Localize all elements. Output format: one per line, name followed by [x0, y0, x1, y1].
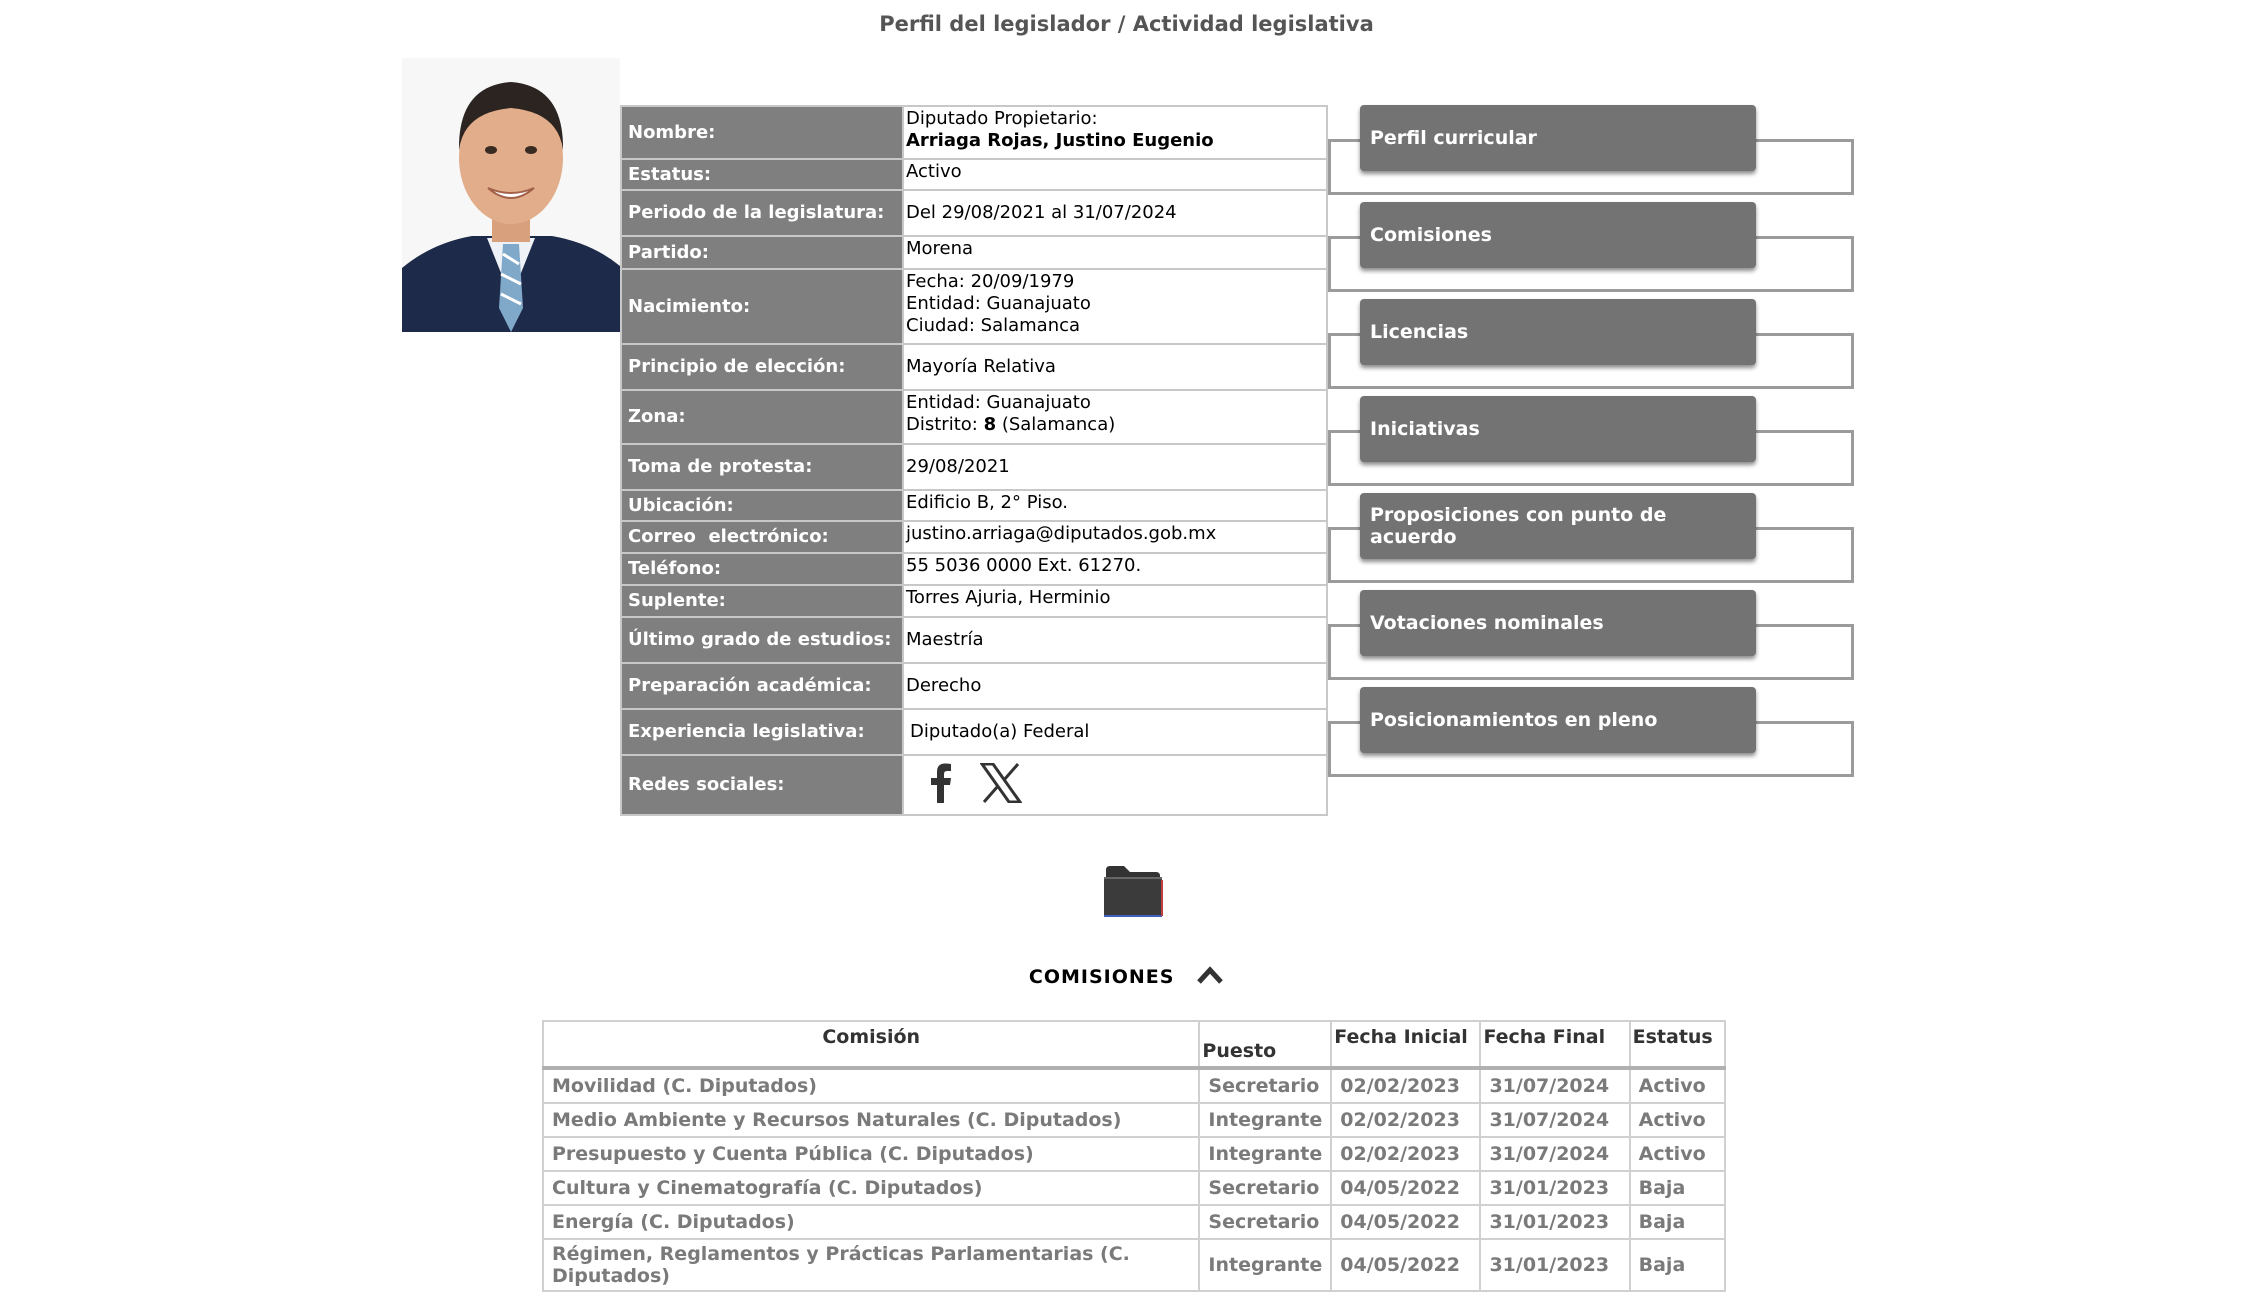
licencias-button[interactable]: Licencias: [1360, 299, 1756, 365]
table-row[interactable]: Medio Ambiente y Recursos Naturales (C. …: [541, 1102, 1727, 1138]
commission-name[interactable]: Energía (C. Diputados): [541, 1204, 1201, 1240]
iniciativas-button[interactable]: Iniciativas: [1360, 396, 1756, 462]
table-row[interactable]: Movilidad (C. Diputados) Secretario 02/0…: [541, 1067, 1727, 1104]
posicionamientos-button[interactable]: Posicionamientos en pleno: [1360, 687, 1756, 753]
commission-name[interactable]: Medio Ambiente y Recursos Naturales (C. …: [541, 1102, 1201, 1138]
commissions-heading[interactable]: COMISIONES: [0, 966, 2253, 989]
col-fecha-final: Fecha Final: [1479, 1020, 1631, 1070]
status-label: Estatus:: [620, 158, 904, 191]
oath-label: Toma de protesta:: [620, 443, 904, 491]
commission-role: Integrante: [1198, 1102, 1333, 1138]
commission-role: Secretario: [1198, 1067, 1333, 1104]
commission-start: 02/02/2023: [1330, 1067, 1482, 1104]
party-value: Morena: [902, 235, 1328, 270]
commission-end: 31/01/2023: [1479, 1204, 1631, 1240]
location-label: Ubicación:: [620, 489, 904, 522]
facebook-icon[interactable]: [930, 763, 952, 809]
commission-start: 04/05/2022: [1330, 1170, 1482, 1206]
birth-value: Fecha: 20/09/1979 Entidad: Guanajuato Ci…: [902, 268, 1328, 345]
commission-end: 31/07/2024: [1479, 1067, 1631, 1104]
status-value: Activo: [902, 158, 1328, 191]
education-label: Último grado de estudios:: [620, 616, 904, 664]
commission-name[interactable]: Presupuesto y Cuenta Pública (C. Diputad…: [541, 1136, 1201, 1172]
commission-status: Activo: [1628, 1102, 1727, 1138]
commission-name[interactable]: Régimen, Reglamentos y Prácticas Parlame…: [541, 1238, 1201, 1292]
table-row[interactable]: Régimen, Reglamentos y Prácticas Parlame…: [541, 1238, 1727, 1292]
academic-label: Preparación académica:: [620, 662, 904, 710]
commission-role: Integrante: [1198, 1238, 1333, 1292]
location-value: Edificio B, 2° Piso.: [902, 489, 1328, 522]
comisiones-button[interactable]: Comisiones: [1360, 202, 1756, 268]
commission-start: 02/02/2023: [1330, 1136, 1482, 1172]
email-link[interactable]: justino.arriaga@diputados.gob.mx: [902, 520, 1328, 554]
table-row[interactable]: Cultura y Cinematografía (C. Diputados) …: [541, 1170, 1727, 1206]
col-puesto: Puesto: [1198, 1020, 1333, 1070]
experience-value: Diputado(a) Federal: [902, 708, 1328, 756]
commission-status: Baja: [1628, 1238, 1727, 1292]
commission-role: Secretario: [1198, 1170, 1333, 1206]
social-label: Redes sociales:: [620, 754, 904, 816]
commission-name[interactable]: Cultura y Cinematografía (C. Diputados): [541, 1170, 1201, 1206]
zone-value: Entidad: Guanajuato Distrito: 8 (Salaman…: [902, 389, 1328, 445]
menu-iniciativas: Iniciativas: [1328, 396, 1858, 490]
menu-comisiones: Comisiones: [1328, 202, 1858, 296]
commission-end: 31/01/2023: [1479, 1170, 1631, 1206]
period-value: Del 29/08/2021 al 31/07/2024: [902, 189, 1328, 237]
phone-value: 55 5036 0000 Ext. 61270.: [902, 552, 1328, 586]
oath-value: 29/08/2021: [902, 443, 1328, 491]
commissions-table: Comisión Puesto Fecha Inicial Fecha Fina…: [541, 1020, 1727, 1292]
commission-end: 31/07/2024: [1479, 1136, 1631, 1172]
zone-label: Zona:: [620, 389, 904, 445]
birth-label: Nacimiento:: [620, 268, 904, 345]
commission-status: Baja: [1628, 1170, 1727, 1206]
phone-label: Teléfono:: [620, 552, 904, 586]
commission-role: Integrante: [1198, 1136, 1333, 1172]
commission-end: 31/07/2024: [1479, 1102, 1631, 1138]
commission-status: Activo: [1628, 1136, 1727, 1172]
col-comision: Comisión: [541, 1020, 1201, 1070]
col-estatus: Estatus: [1628, 1020, 1727, 1070]
perfil-curricular-button[interactable]: Perfil curricular: [1360, 105, 1756, 171]
education-value: Maestría: [902, 616, 1328, 664]
academic-value: Derecho: [902, 662, 1328, 710]
menu-posicionamientos: Posicionamientos en pleno: [1328, 687, 1858, 781]
commission-role: Secretario: [1198, 1204, 1333, 1240]
name-value: Diputado Propietario: Arriaga Rojas, Jus…: [902, 105, 1328, 160]
commission-status: Baja: [1628, 1204, 1727, 1240]
proposiciones-button[interactable]: Proposiciones con punto de acuerdo: [1360, 493, 1756, 559]
commission-name[interactable]: Movilidad (C. Diputados): [541, 1067, 1201, 1104]
table-row[interactable]: Presupuesto y Cuenta Pública (C. Diputad…: [541, 1136, 1727, 1172]
substitute-value: Torres Ajuria, Herminio: [902, 584, 1328, 618]
menu-proposiciones: Proposiciones con punto de acuerdo: [1328, 493, 1858, 587]
experience-label: Experiencia legislativa:: [620, 708, 904, 756]
period-label: Periodo de la legislatura:: [620, 189, 904, 237]
commission-start: 04/05/2022: [1330, 1238, 1482, 1292]
menu-perfil-curricular: Perfil curricular: [1328, 105, 1858, 199]
substitute-label: Suplente:: [620, 584, 904, 618]
x-twitter-icon[interactable]: [979, 762, 1023, 809]
commission-start: 04/05/2022: [1330, 1204, 1482, 1240]
menu-votaciones: Votaciones nominales: [1328, 590, 1858, 684]
election-principle-value: Mayoría Relativa: [902, 343, 1328, 391]
profile-table: Nombre: Diputado Propietario: Arriaga Ro…: [620, 105, 1328, 816]
legislator-photo: [402, 58, 620, 332]
table-row[interactable]: Energía (C. Diputados) Secretario 04/05/…: [541, 1204, 1727, 1240]
party-label: Partido:: [620, 235, 904, 270]
email-label: Correo electrónico:: [620, 520, 904, 554]
col-fecha-inicial: Fecha Inicial: [1330, 1020, 1482, 1070]
page-title: Perfil del legislador / Actividad legisl…: [879, 12, 1374, 36]
legislator-name: Arriaga Rojas, Justino Eugenio: [906, 130, 1214, 151]
commission-start: 02/02/2023: [1330, 1102, 1482, 1138]
chevron-up-icon[interactable]: [1196, 966, 1224, 989]
election-principle-label: Principio de elección:: [620, 343, 904, 391]
menu-licencias: Licencias: [1328, 299, 1858, 393]
votaciones-button[interactable]: Votaciones nominales: [1360, 590, 1756, 656]
folder-icon[interactable]: [1102, 862, 1164, 922]
commission-end: 31/01/2023: [1479, 1238, 1631, 1292]
district-number: 8: [983, 414, 997, 435]
commission-status: Activo: [1628, 1067, 1727, 1104]
name-label: Nombre:: [620, 105, 904, 160]
social-value: [902, 754, 1328, 816]
